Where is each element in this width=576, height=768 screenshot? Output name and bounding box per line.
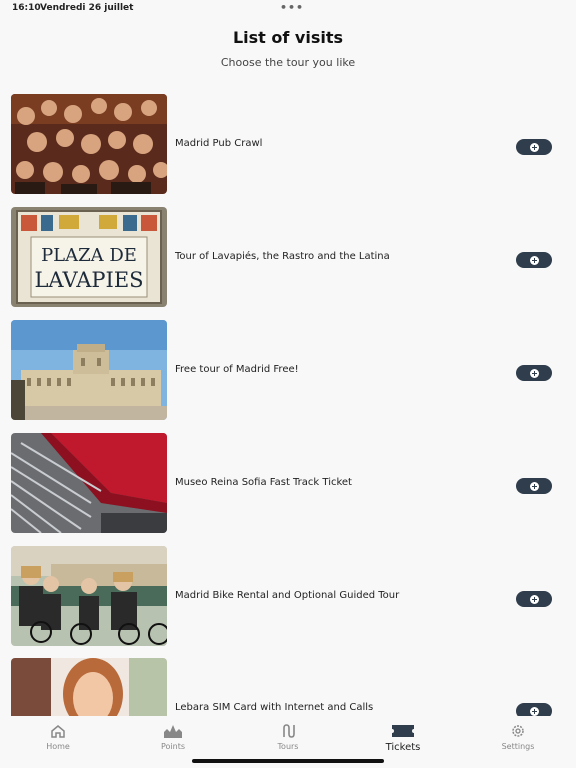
visit-row-free-tour[interactable]: Free tour of Madrid Free! <box>0 320 576 420</box>
add-visit-button[interactable] <box>516 591 552 607</box>
visit-row-sim-card[interactable]: Lebara SIM Card with Internet and Calls <box>0 658 576 716</box>
visit-title[interactable]: Museo Reina Sofia Fast Track Ticket <box>175 477 352 488</box>
visit-title[interactable]: Madrid Bike Rental and Optional Guided T… <box>175 590 399 601</box>
plus-icon <box>529 706 539 716</box>
visit-thumbnail <box>11 433 167 533</box>
tab-label: Points <box>160 742 186 751</box>
status-time: 16:10 <box>12 3 41 13</box>
add-visit-button[interactable] <box>516 139 552 155</box>
tab-label: Tours <box>277 742 299 751</box>
route-icon <box>283 724 295 738</box>
tab-label: Tickets <box>385 742 421 753</box>
visit-title[interactable]: Madrid Pub Crawl <box>175 138 262 149</box>
add-visit-button[interactable] <box>516 252 552 268</box>
landmark-icon <box>164 725 182 738</box>
page-title: List of visits <box>232 28 344 47</box>
visit-row-reina-sofia[interactable]: Museo Reina Sofia Fast Track Ticket <box>0 433 576 533</box>
home-indicator[interactable] <box>192 759 384 763</box>
add-visit-button[interactable] <box>516 478 552 494</box>
page-header: List of visits Choose the tour you like <box>0 28 576 69</box>
page-subtitle: Choose the tour you like <box>220 56 356 69</box>
visit-title[interactable]: Free tour of Madrid Free! <box>175 364 299 375</box>
sign-line-1: PLAZA DE <box>41 245 137 266</box>
tab-home[interactable]: Home <box>18 723 98 751</box>
tab-settings[interactable]: Settings <box>478 723 558 751</box>
ticket-icon <box>392 725 414 737</box>
sign-line-2: LAVAPIES <box>34 268 143 292</box>
add-visit-button[interactable] <box>516 365 552 381</box>
visit-thumbnail <box>11 546 167 646</box>
plus-icon <box>529 368 539 378</box>
status-date: Vendredi 26 juillet <box>40 3 134 13</box>
multitask-dots-icon[interactable]: ••• <box>280 1 304 14</box>
visit-thumbnail: PLAZA DE LAVAPIES <box>11 207 167 307</box>
visit-title[interactable]: Tour of Lavapiés, the Rastro and the Lat… <box>175 251 390 262</box>
tab-label: Home <box>46 742 70 751</box>
gear-icon <box>512 725 524 737</box>
visit-row-pub-crawl[interactable]: Madrid Pub Crawl <box>0 94 576 194</box>
tab-tickets[interactable]: Tickets <box>363 723 443 753</box>
tab-label: Settings <box>501 742 535 751</box>
plus-icon <box>529 481 539 491</box>
visit-title[interactable]: Lebara SIM Card with Internet and Calls <box>175 702 373 713</box>
visit-thumbnail <box>11 658 167 716</box>
add-visit-button[interactable] <box>516 703 552 716</box>
home-icon <box>51 725 65 738</box>
visit-thumbnail <box>11 320 167 420</box>
plus-icon <box>529 594 539 604</box>
visit-row-lavapies[interactable]: PLAZA DE LAVAPIES Tour of Lavapiés, the … <box>0 207 576 307</box>
visit-list[interactable]: Madrid Pub Crawl PLAZA DE LAVAPIES Tour … <box>0 94 576 716</box>
visit-thumbnail <box>11 94 167 194</box>
tab-points[interactable]: Points <box>133 723 213 751</box>
tab-tours[interactable]: Tours <box>248 723 328 751</box>
plus-icon <box>529 142 539 152</box>
status-bar: 16:10 Vendredi 26 juillet ••• <box>0 0 576 18</box>
visit-row-bike-rental[interactable]: Madrid Bike Rental and Optional Guided T… <box>0 546 576 646</box>
plus-icon <box>529 255 539 265</box>
